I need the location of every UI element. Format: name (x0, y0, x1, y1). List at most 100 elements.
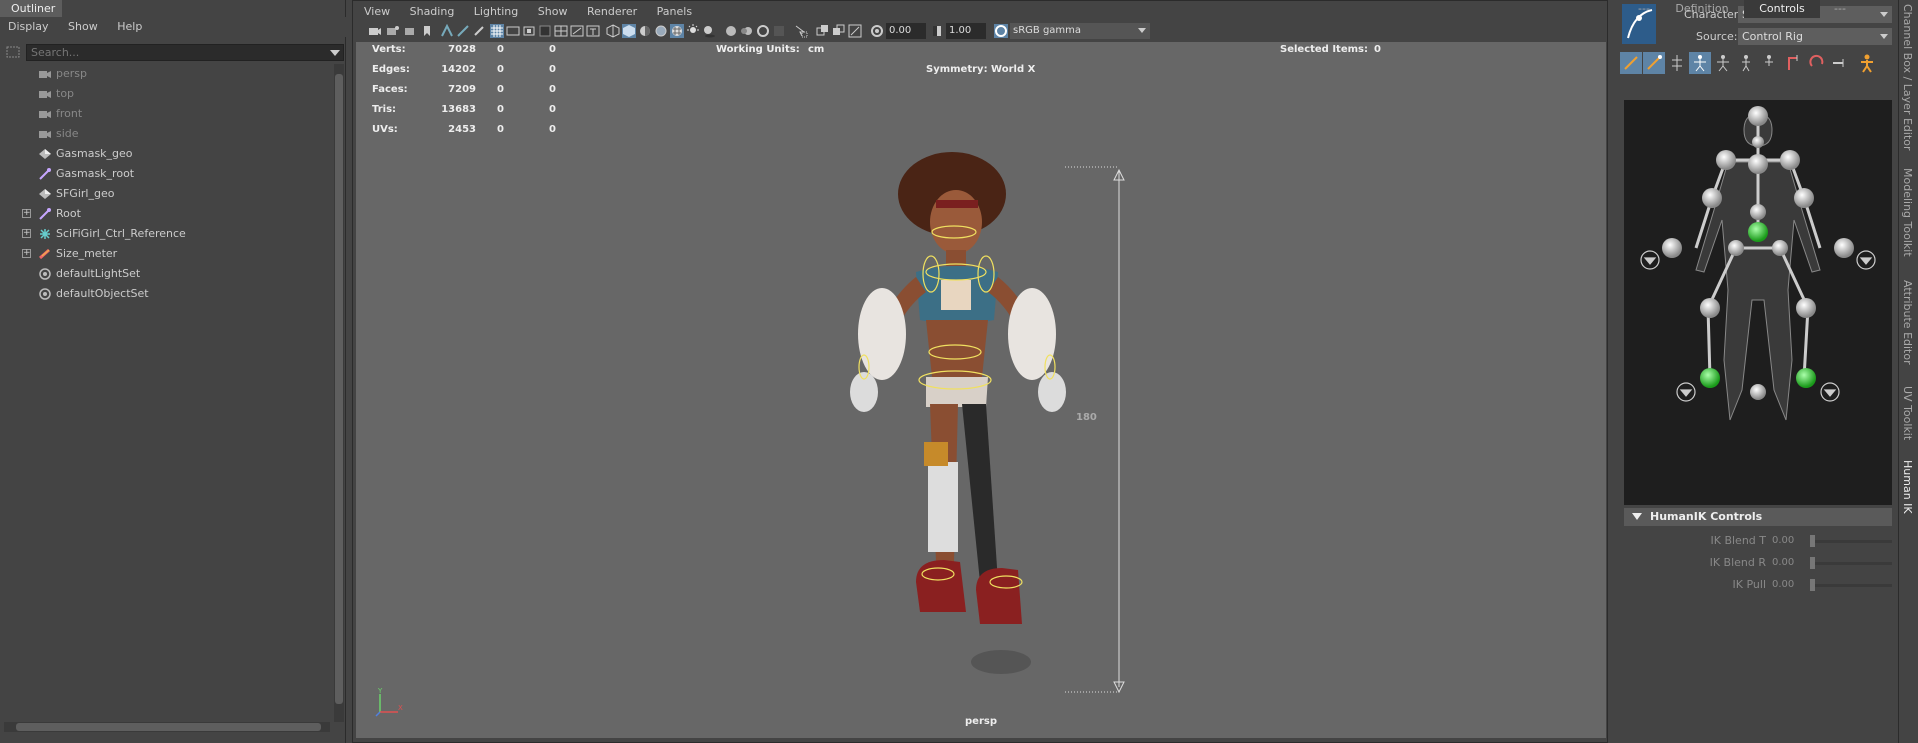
right-knee-effector[interactable] (1796, 298, 1816, 318)
tab-prev[interactable]: --- (1630, 0, 1658, 18)
tab-definition[interactable]: Definition (1662, 0, 1742, 18)
reference-effector[interactable] (1750, 384, 1766, 400)
right-shoulder-effector[interactable] (1780, 150, 1800, 170)
outliner-item-side[interactable]: side (0, 124, 330, 144)
tab-modeling-toolkit[interactable]: Modeling Toolkit (1901, 168, 1914, 257)
outliner-vertical-scrollbar[interactable] (334, 64, 344, 722)
chest-effector[interactable] (1748, 154, 1768, 174)
use-all-lights-icon[interactable] (686, 24, 700, 38)
selection-only-icon[interactable] (1666, 52, 1688, 74)
smooth-shade-icon[interactable] (622, 24, 636, 38)
exposure-icon[interactable] (870, 24, 884, 38)
scrollbar-thumb[interactable] (16, 723, 321, 731)
right-elbow-effector[interactable] (1794, 188, 1814, 208)
menu-lighting[interactable]: Lighting (466, 2, 526, 18)
left-hand-expand-icon[interactable] (1640, 250, 1660, 270)
outliner-item-defaultlightset[interactable]: defaultLightSet (0, 264, 330, 284)
menu-display[interactable]: Display (0, 17, 57, 33)
textured-icon[interactable] (654, 24, 668, 38)
release-pin-icon[interactable] (1829, 52, 1851, 74)
grease-pencil-icon[interactable] (456, 24, 470, 38)
tab-human-ik[interactable]: Human IK (1901, 460, 1914, 514)
left-knee-effector[interactable] (1700, 298, 1720, 318)
depth-of-field-icon[interactable] (772, 24, 786, 38)
left-wrist-effector[interactable] (1662, 238, 1682, 258)
search-dropdown-icon[interactable] (330, 50, 340, 56)
field-chart-icon[interactable] (554, 24, 568, 38)
filter-options-icon[interactable] (6, 45, 20, 59)
xray-icon[interactable] (816, 24, 830, 38)
menu-help[interactable]: Help (109, 17, 150, 33)
source-dropdown[interactable]: Control Rig (1738, 28, 1892, 45)
menu-view[interactable]: View (356, 2, 398, 18)
show-fk-icon[interactable] (1689, 52, 1711, 74)
pin-rotation-icon[interactable] (1806, 52, 1828, 74)
multisample-aa-icon[interactable] (756, 24, 770, 38)
menu-show[interactable]: Show (530, 2, 576, 18)
neck-effector[interactable] (1752, 136, 1764, 148)
body-part-mode-icon[interactable] (1643, 52, 1665, 74)
view-transform-dropdown[interactable]: sRGB gamma (1010, 23, 1150, 39)
show-skeleton-icon[interactable] (1735, 52, 1757, 74)
outliner-item-gasmask-root[interactable]: Gasmask_root (0, 164, 330, 184)
xray-active-components-icon[interactable] (832, 24, 846, 38)
right-wrist-effector[interactable] (1834, 238, 1854, 258)
menu-shading[interactable]: Shading (402, 2, 463, 18)
expand-icon[interactable]: + (22, 229, 31, 238)
ik-pull-track[interactable] (1810, 584, 1892, 587)
ik-blend-r-handle[interactable] (1810, 557, 1815, 569)
left-hip-effector[interactable] (1728, 240, 1744, 256)
tab-next[interactable]: --- (1822, 0, 1858, 18)
checker-textured-icon[interactable] (670, 24, 684, 38)
outliner-item-top[interactable]: top (0, 84, 330, 104)
outliner-item-size-meter[interactable]: + Size_meter (0, 244, 330, 264)
right-hand-expand-icon[interactable] (1856, 250, 1876, 270)
expand-icon[interactable]: + (22, 209, 31, 218)
outliner-item-sfgirl-geo[interactable]: SFGirl_geo (0, 184, 330, 204)
two-d-pan-zoom-icon[interactable] (440, 24, 454, 38)
spine-effector[interactable] (1750, 204, 1766, 220)
perspective-viewport[interactable]: Verts: 7028 0 0 Edges: 14202 0 0 Faces: … (356, 42, 1606, 738)
effector-pinning-icon[interactable] (1758, 52, 1780, 74)
left-ankle-effector[interactable] (1700, 368, 1720, 388)
character-model[interactable] (776, 142, 1216, 702)
tab-uv-toolkit[interactable]: UV Toolkit (1901, 386, 1914, 440)
camera-attributes-icon[interactable] (386, 24, 400, 38)
scrollbar-thumb[interactable] (335, 74, 343, 704)
outliner-item-root[interactable]: + Root (0, 204, 330, 224)
motion-blur-icon[interactable] (740, 24, 754, 38)
full-body-mode-icon[interactable] (1620, 52, 1642, 74)
ik-blend-t-track[interactable] (1810, 540, 1892, 543)
outliner-item-scifigirl-ctrl-reference[interactable]: + SciFiGirl_Ctrl_Reference (0, 224, 330, 244)
screen-space-ao-icon[interactable] (724, 24, 738, 38)
tab-controls[interactable]: Controls (1744, 0, 1820, 18)
tab-attribute-editor[interactable]: Attribute Editor (1901, 280, 1914, 365)
outliner-item-gasmask-geo[interactable]: Gasmask_geo (0, 144, 330, 164)
pen-icon[interactable] (472, 24, 486, 38)
shadows-icon[interactable] (702, 24, 716, 38)
default-material-icon[interactable] (638, 24, 652, 38)
gamma-field[interactable]: 1.00 (946, 23, 986, 39)
pin-translation-icon[interactable] (1783, 52, 1805, 74)
resolution-gate-icon[interactable] (522, 24, 536, 38)
gamma-icon[interactable] (930, 24, 944, 38)
size-meter[interactable] (1065, 166, 1125, 694)
exposure-field[interactable]: 0.00 (886, 23, 926, 39)
expand-icon[interactable]: + (22, 249, 31, 258)
safe-action-icon[interactable] (570, 24, 584, 38)
select-camera-icon[interactable] (368, 24, 382, 38)
outliner-horizontal-scrollbar[interactable] (4, 722, 330, 732)
outliner-item-persp[interactable]: persp (0, 64, 330, 84)
menu-panels[interactable]: Panels (649, 2, 700, 18)
grid-icon[interactable] (490, 24, 504, 38)
search-input[interactable] (26, 44, 344, 61)
ik-blend-r-value[interactable]: 0.00 (1772, 557, 1794, 568)
right-ankle-effector[interactable] (1796, 368, 1816, 388)
ik-pull-handle[interactable] (1810, 579, 1815, 591)
bookmark-icon[interactable] (404, 24, 418, 38)
ik-blend-r-track[interactable] (1810, 562, 1892, 565)
collapse-arrow-icon[interactable] (1632, 513, 1642, 520)
ik-blend-t-value[interactable]: 0.00 (1772, 535, 1794, 546)
image-plane-icon[interactable] (420, 24, 434, 38)
show-ik-icon[interactable] (1712, 52, 1734, 74)
